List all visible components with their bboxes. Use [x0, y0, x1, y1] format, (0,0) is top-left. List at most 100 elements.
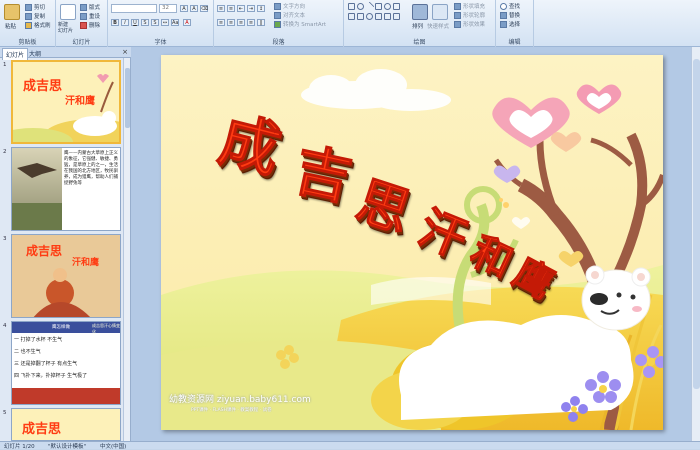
shape-outline-button[interactable]: 形状轮廓: [454, 11, 485, 19]
smartart-button[interactable]: 转换为 SmartArt: [274, 20, 326, 28]
text-direction-icon: [274, 3, 281, 10]
underline-button[interactable]: U: [131, 19, 139, 26]
thumb-number: 5: [3, 410, 7, 416]
copy-icon: [25, 13, 32, 20]
slide-thumb-2[interactable]: 鹰——内蒙古大草原上正义的象征，它强健、敏捷、勇猛，是草原上的之一，生活在我国的…: [11, 147, 121, 231]
slide-thumb-5[interactable]: 成吉思: [11, 408, 121, 441]
tab-outline[interactable]: 大纲: [26, 48, 44, 59]
delete-button[interactable]: 删除: [80, 21, 100, 29]
format-painter-button[interactable]: 格式刷: [25, 21, 51, 29]
svg-text:成吉思: 成吉思: [23, 78, 62, 94]
font-color-icon[interactable]: A: [183, 19, 191, 26]
strikethrough-button[interactable]: S: [141, 19, 149, 26]
rectangle-shape-icon[interactable]: [348, 3, 355, 10]
font-size-select[interactable]: 32: [159, 4, 177, 13]
arrow-shape-icon[interactable]: [375, 3, 382, 10]
smartart-icon: [274, 21, 281, 28]
align-left-icon[interactable]: ≡: [217, 19, 225, 26]
select-button[interactable]: 选择: [500, 20, 520, 28]
font-name-select[interactable]: [111, 4, 157, 13]
decrease-indent-icon[interactable]: ⇤: [237, 5, 245, 12]
more-shapes-icon[interactable]: [393, 13, 400, 20]
copy-button[interactable]: 复制: [25, 12, 45, 20]
line-shape-icon[interactable]: [364, 1, 375, 12]
panel-scrollbar[interactable]: [123, 58, 130, 441]
cut-button[interactable]: 剪切: [25, 3, 45, 11]
circle-shape-icon[interactable]: [384, 3, 391, 10]
bullets-icon[interactable]: ≡: [217, 5, 225, 12]
align-right-icon[interactable]: ≡: [237, 19, 245, 26]
oval-shape-icon[interactable]: [357, 3, 364, 10]
drawing-group: 排列 快速样式 形状填充 形状轮廓 形状效果 绘图: [344, 0, 496, 47]
brush-icon: [25, 22, 32, 29]
slide-scrollbar[interactable]: [691, 47, 700, 441]
smiley-shape-icon[interactable]: [366, 13, 373, 20]
numbering-icon[interactable]: ≡: [227, 5, 235, 12]
case-icon[interactable]: Aa: [171, 19, 179, 26]
align-text-icon: [274, 12, 281, 19]
arrange-button[interactable]: 排列: [412, 22, 423, 30]
slide-thumb-3[interactable]: 成吉思 汗和鹰: [11, 234, 121, 318]
textbox-shape-icon[interactable]: [348, 13, 355, 20]
bold-button[interactable]: B: [111, 19, 119, 26]
find-button[interactable]: 查找: [500, 2, 520, 10]
replace-button[interactable]: 替换: [500, 11, 520, 19]
clipboard-group-label: 剪贴板: [18, 39, 37, 46]
quick-styles-icon[interactable]: [432, 4, 448, 20]
thumb-1-art: 成吉思 汗和鹰: [13, 74, 119, 142]
align-center-icon[interactable]: ≡: [227, 19, 235, 26]
thumb-3-art: 成吉思 汗和鹰: [12, 235, 120, 317]
clear-format-icon[interactable]: ⌫: [200, 5, 208, 12]
arrange-icon[interactable]: [412, 4, 428, 20]
shrink-font-icon[interactable]: A: [190, 5, 198, 12]
slide-thumb-4[interactable]: 鹰怎样做 成吉思汗心情变化 一 打掉了水杯 不生气 二 也不生气 三 还是掉翻了…: [11, 321, 121, 405]
justify-icon[interactable]: ≡: [247, 19, 255, 26]
eagle-icon: [12, 163, 62, 230]
slide-scroll-thumb[interactable]: [693, 59, 700, 389]
shape-fill-button[interactable]: 形状填充: [454, 2, 485, 10]
svg-text:成吉思: 成吉思: [22, 421, 61, 437]
svg-text:汗和鹰: 汗和鹰: [65, 94, 95, 107]
thumb-number: 4: [3, 323, 7, 329]
outline-icon: [454, 12, 461, 19]
increase-indent-icon[interactable]: ⇥: [247, 5, 255, 12]
tab-slides[interactable]: 幻灯片: [2, 48, 29, 60]
thumb-4-row: 四 飞扑下来，扑掉杯子 生气极了: [14, 373, 88, 379]
align-text-button[interactable]: 对齐文本: [274, 11, 305, 19]
star-shape-icon[interactable]: [375, 13, 382, 20]
text-direction-button[interactable]: 文字方向: [274, 2, 305, 10]
reset-button[interactable]: 重设: [80, 12, 100, 20]
slide-thumb-1[interactable]: 成吉思 汗和鹰: [11, 60, 121, 144]
font-group-label: 字体: [154, 39, 167, 46]
paste-button[interactable]: 粘贴: [5, 22, 16, 30]
brace-shape-icon[interactable]: [384, 13, 391, 20]
new-slide-button[interactable]: 新建 幻灯片: [58, 22, 73, 34]
thumb-4-row: 三 还是掉翻了杯子 有点生气: [14, 361, 78, 367]
close-panel-icon[interactable]: ×: [122, 48, 128, 56]
thumb-2-photo: [12, 148, 62, 230]
new-slide-icon[interactable]: [60, 4, 76, 20]
grow-font-icon[interactable]: A: [180, 5, 188, 12]
line-spacing-icon[interactable]: ↕: [257, 5, 265, 12]
clipboard-group: 粘贴 剪切 复制 格式刷 剪贴板: [0, 0, 56, 47]
thumb-number: 2: [3, 149, 7, 155]
magnifier-icon: [500, 3, 507, 10]
shadow-icon[interactable]: S: [151, 19, 159, 26]
callout-shape-icon[interactable]: [357, 13, 364, 20]
slide-canvas[interactable]: 成 吉 思 汗 和 鹰 幼教资源网 ziyuan.baby611.com PPT…: [161, 55, 663, 430]
panel-scroll-thumb[interactable]: [125, 68, 130, 128]
status-bar: 幻灯片 1/20 "默认设计模板" 中文(中国): [0, 441, 700, 450]
italic-button[interactable]: I: [121, 19, 129, 26]
slides-group-label: 幻灯片: [72, 39, 91, 46]
columns-icon[interactable]: ‖: [257, 19, 265, 26]
layout-button[interactable]: 版式: [80, 3, 100, 11]
shape-effects-button[interactable]: 形状效果: [454, 20, 485, 28]
quick-styles-button[interactable]: 快速样式: [427, 22, 449, 30]
paste-icon[interactable]: [4, 4, 20, 20]
triangle-shape-icon[interactable]: [393, 3, 400, 10]
svg-text:汗和鹰: 汗和鹰: [72, 256, 99, 268]
thumb-4-footer: [12, 388, 120, 404]
spacing-icon[interactable]: ↔: [161, 19, 169, 26]
fill-icon: [454, 3, 461, 10]
editing-group-label: 编辑: [508, 39, 521, 46]
